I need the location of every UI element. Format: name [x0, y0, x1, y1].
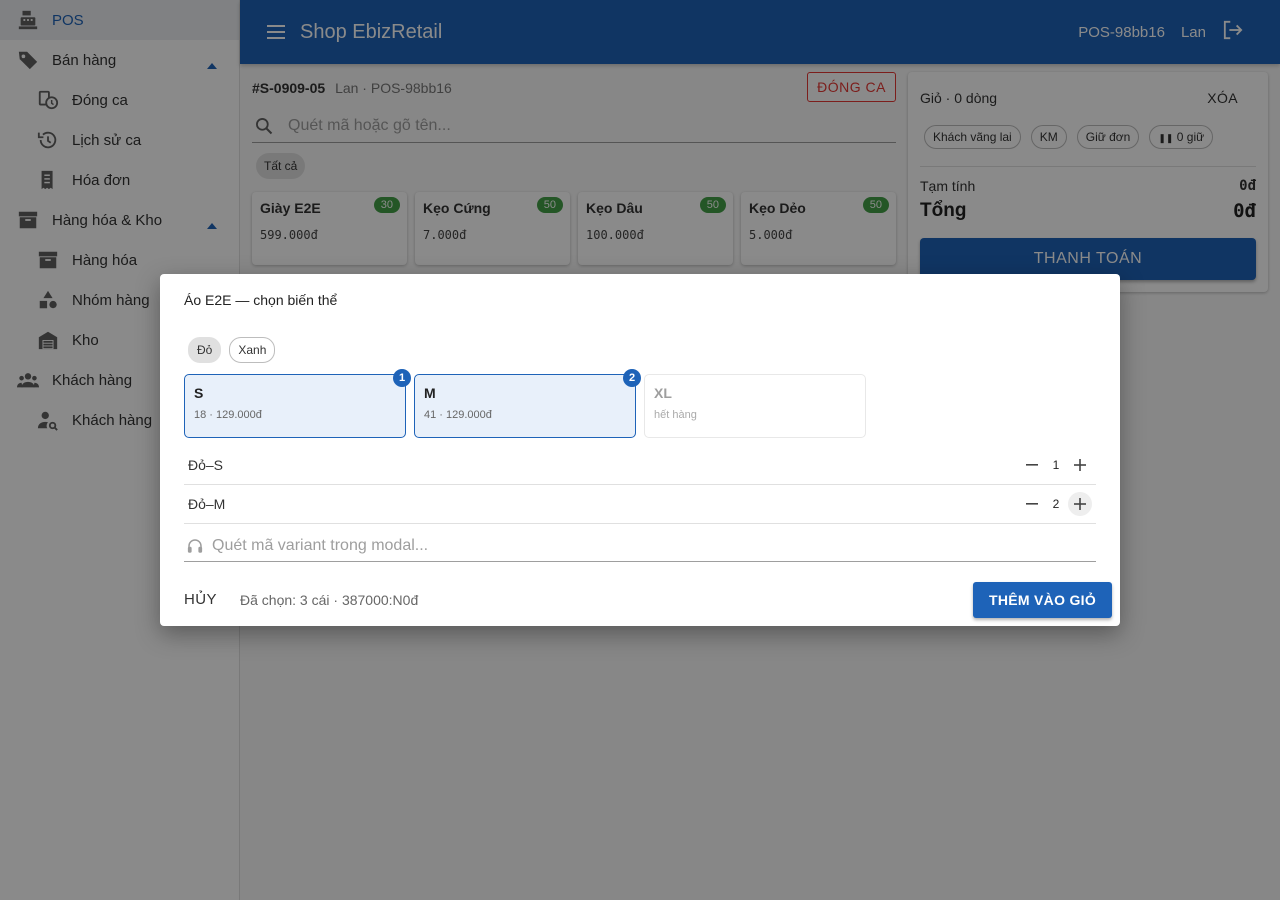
minus-icon[interactable]	[1020, 492, 1044, 516]
size-stock-status: hết hàng	[654, 409, 697, 421]
variant-name: Đỏ–S	[188, 456, 224, 473]
size-name: S	[194, 385, 204, 401]
selected-variant-row: Đỏ–M 2	[184, 484, 1096, 524]
quantity-stepper: 2	[1020, 484, 1092, 523]
size-card-xl: XL hết hàng	[644, 374, 866, 438]
color-chip-blue[interactable]: Xanh	[229, 337, 276, 363]
variant-dialog: Áo E2E — chọn biến thể Đỏ Xanh S 18 · 12…	[160, 274, 1120, 626]
size-count-badge: 2	[623, 369, 641, 387]
selected-variant-row: Đỏ–S 1	[184, 445, 1096, 485]
size-count-badge: 1	[393, 369, 411, 387]
minus-icon[interactable]	[1020, 453, 1044, 477]
color-chip-red[interactable]: Đỏ	[188, 337, 222, 363]
size-name: M	[424, 385, 436, 401]
variant-scan-field	[184, 531, 1096, 562]
add-to-cart-button[interactable]: THÊM VÀO GIỎ	[973, 582, 1112, 618]
size-name: XL	[654, 385, 672, 401]
variant-name: Đỏ–M	[188, 495, 226, 512]
size-options: S 18 · 129.000đ 1 M 41 · 129.000đ 2 XL h…	[184, 369, 866, 438]
size-card-m[interactable]: M 41 · 129.000đ 2	[414, 369, 641, 438]
size-stock-price: 41 · 129.000đ	[424, 409, 492, 421]
headset-icon	[186, 537, 204, 555]
dialog-title: Áo E2E — chọn biến thể	[184, 292, 338, 308]
color-options: Đỏ Xanh	[188, 337, 276, 363]
quantity-value: 1	[1052, 457, 1060, 472]
variant-scan-input[interactable]	[210, 536, 1074, 556]
size-stock-price: 18 · 129.000đ	[194, 409, 262, 421]
plus-icon[interactable]	[1068, 453, 1092, 477]
quantity-stepper: 1	[1020, 445, 1092, 484]
quantity-value: 2	[1052, 496, 1060, 511]
plus-icon[interactable]	[1068, 491, 1092, 516]
selection-summary: Đã chọn: 3 cái · 387000:N0đ	[240, 592, 419, 608]
size-card-s[interactable]: S 18 · 129.000đ 1	[184, 369, 411, 438]
cancel-button[interactable]: HỦY	[184, 591, 217, 608]
